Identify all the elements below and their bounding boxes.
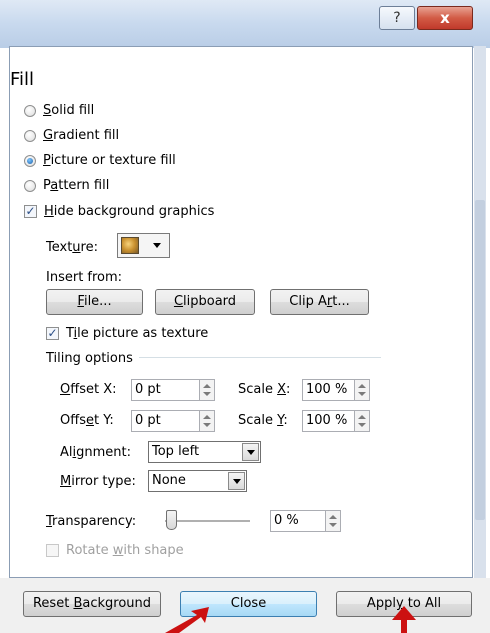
- section-heading: Fill: [10, 69, 35, 90]
- transparency-slider-track[interactable]: [165, 520, 250, 523]
- radio-label: Picture or texture fill: [43, 153, 176, 168]
- pointer-arrow-icon: [165, 607, 209, 633]
- offset-y-label: Offset Y:: [60, 413, 114, 428]
- texture-swatch-icon: [121, 237, 139, 254]
- radio-label: Pattern fill: [43, 178, 110, 193]
- mirror-type-dropdown[interactable]: None: [148, 470, 247, 492]
- checkbox-label: Rotate with shape: [66, 543, 184, 558]
- spin-up-icon[interactable]: [358, 415, 366, 419]
- spin-down-icon[interactable]: [203, 423, 211, 427]
- radio-button-selected[interactable]: [24, 154, 36, 167]
- radio-label: Gradient fill: [43, 128, 120, 143]
- spin-up-icon[interactable]: [203, 415, 211, 419]
- spin-up-icon[interactable]: [358, 384, 366, 388]
- transparency-label: Transparency:: [46, 514, 137, 529]
- chevron-down-icon: [153, 243, 161, 248]
- hide-background-checkbox[interactable]: ✓ Hide background graphics: [24, 204, 214, 219]
- spin-down-icon[interactable]: [203, 392, 211, 396]
- offset-x-label: Offset X:: [60, 382, 117, 397]
- clip-art-button[interactable]: Clip Art...: [270, 289, 369, 315]
- checkbox-checked[interactable]: ✓: [46, 327, 59, 340]
- alignment-value: Top left: [152, 444, 200, 459]
- radio-button[interactable]: [24, 129, 36, 142]
- alignment-dropdown[interactable]: Top left: [148, 441, 261, 463]
- scrollbar-thumb[interactable]: [475, 200, 485, 520]
- spin-down-icon[interactable]: [358, 423, 366, 427]
- checkbox-label: Hide background graphics: [44, 204, 215, 219]
- transparency-input[interactable]: 0 %: [270, 510, 326, 532]
- texture-label: Texture:: [46, 240, 98, 255]
- pointer-arrow-icon: [392, 606, 416, 633]
- radio-button[interactable]: [24, 179, 36, 192]
- offset-x-spinner[interactable]: [200, 379, 215, 401]
- alignment-label: Alignment:: [60, 445, 132, 460]
- chevron-down-icon[interactable]: [228, 472, 245, 490]
- rotate-with-shape-checkbox[interactable]: Rotate with shape: [46, 543, 184, 558]
- window-close-button[interactable]: x: [417, 6, 473, 30]
- transparency-slider-thumb[interactable]: [166, 510, 177, 530]
- tile-checkbox[interactable]: ✓ Tile picture as texture: [46, 326, 208, 341]
- radio-picture-fill[interactable]: Picture or texture fill: [24, 153, 176, 168]
- transparency-spinner[interactable]: [326, 510, 341, 532]
- spin-down-icon[interactable]: [329, 523, 337, 527]
- reset-background-button[interactable]: Reset Background: [23, 591, 161, 617]
- scale-x-spinner[interactable]: [355, 379, 370, 401]
- help-button[interactable]: ?: [379, 6, 415, 30]
- offset-y-input[interactable]: 0 pt: [131, 410, 200, 432]
- scale-x-input[interactable]: 100 %: [302, 379, 355, 401]
- clipboard-button[interactable]: Clipboard: [155, 289, 255, 315]
- spin-up-icon[interactable]: [203, 384, 211, 388]
- tiling-options-label: Tiling options: [46, 351, 133, 366]
- checkbox-checked[interactable]: ✓: [24, 205, 37, 218]
- scale-y-input[interactable]: 100 %: [302, 410, 355, 432]
- insert-from-label: Insert from:: [46, 270, 123, 285]
- radio-button[interactable]: [24, 104, 36, 117]
- file-button[interactable]: File...: [46, 289, 143, 315]
- radio-gradient-fill[interactable]: Gradient fill: [24, 128, 119, 143]
- radio-pattern-fill[interactable]: Pattern fill: [24, 178, 109, 193]
- scale-y-label: Scale Y:: [238, 413, 288, 428]
- mirror-type-label: Mirror type:: [60, 474, 136, 489]
- radio-solid-fill[interactable]: Solid fill: [24, 103, 94, 118]
- radio-label: Solid fill: [43, 103, 95, 118]
- checkbox-unchecked[interactable]: [46, 544, 59, 557]
- scale-x-label: Scale X:: [238, 382, 291, 397]
- divider: [139, 357, 381, 358]
- checkbox-label: Tile picture as texture: [66, 326, 209, 341]
- mirror-type-value: None: [152, 473, 186, 488]
- offset-y-spinner[interactable]: [200, 410, 215, 432]
- help-icon: ?: [393, 10, 401, 26]
- spin-up-icon[interactable]: [329, 515, 337, 519]
- title-bar: ? x: [0, 0, 490, 48]
- chevron-down-icon[interactable]: [242, 443, 259, 461]
- close-icon: x: [440, 9, 450, 27]
- offset-x-input[interactable]: 0 pt: [131, 379, 200, 401]
- texture-dropdown[interactable]: [117, 233, 170, 258]
- scale-y-spinner[interactable]: [355, 410, 370, 432]
- spin-down-icon[interactable]: [358, 392, 366, 396]
